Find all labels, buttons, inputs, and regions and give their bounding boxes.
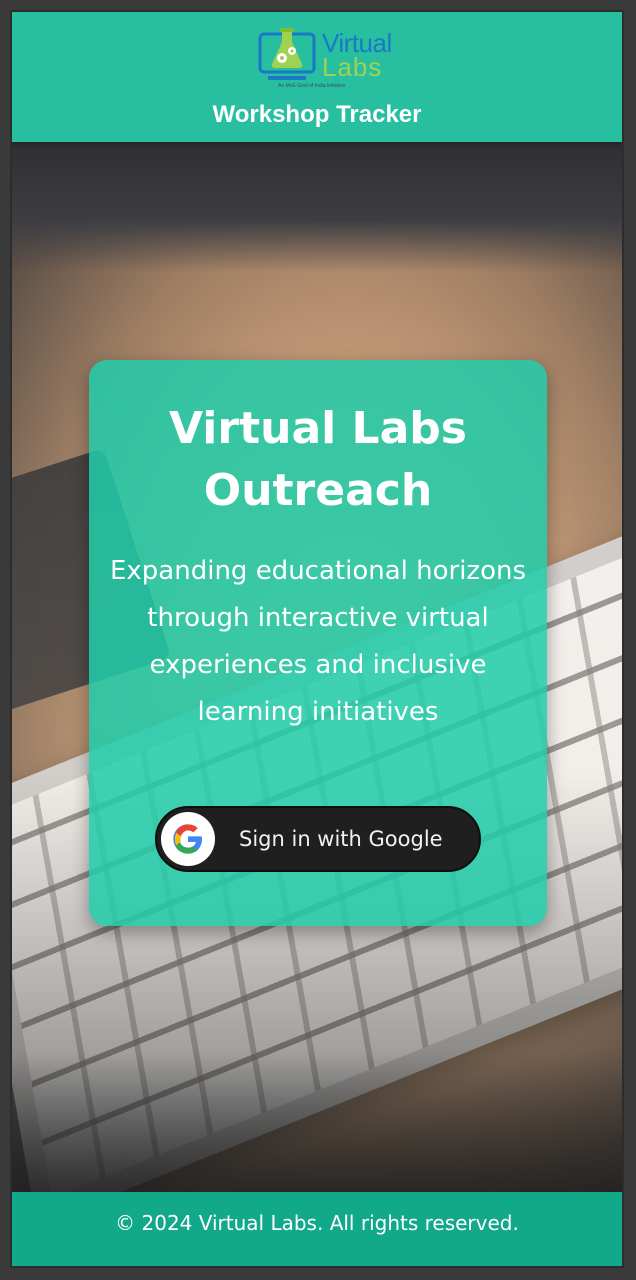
virtual-labs-logo[interactable]: Virtual Labs An MoE Govt of India Initia… xyxy=(258,20,396,94)
background-bottom-shade xyxy=(12,1052,622,1192)
card-title-text: Virtual Labs Outreach xyxy=(169,403,467,516)
page-title: Workshop Tracker xyxy=(212,101,422,128)
google-signin-button[interactable]: Sign in with Google xyxy=(155,806,481,872)
footer-copyright: © 2024 Virtual Labs. All rights reserved… xyxy=(115,1211,519,1235)
google-g-icon xyxy=(173,824,202,854)
header: Virtual Labs An MoE Govt of India Initia… xyxy=(12,12,622,142)
logo-text-labs: Labs xyxy=(322,52,383,82)
outreach-card: Virtual Labs Outreach Expanding educatio… xyxy=(89,360,547,926)
google-signin-label: Sign in with Google xyxy=(239,827,443,851)
footer: © 2024 Virtual Labs. All rights reserved… xyxy=(12,1192,622,1266)
card-title: Virtual Labs Outreach xyxy=(89,398,547,522)
app-frame: Virtual Labs An MoE Govt of India Initia… xyxy=(10,10,624,1268)
flask-gear-icon xyxy=(258,28,316,80)
card-subtitle: Expanding educational horizons through i… xyxy=(109,556,526,727)
google-logo-badge xyxy=(161,812,215,866)
logo-tagline: An MoE Govt of India Initiative xyxy=(278,83,346,89)
